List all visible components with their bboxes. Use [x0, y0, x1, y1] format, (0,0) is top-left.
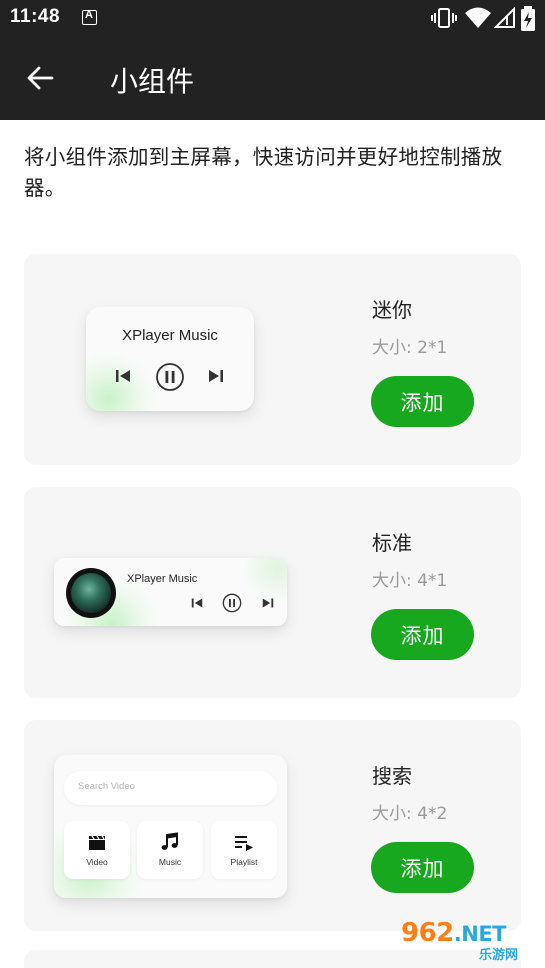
- music-note-icon: [161, 832, 178, 850]
- search-placeholder: Search Video: [78, 781, 135, 792]
- widget-size: 大小: 2*1: [372, 338, 448, 358]
- search-box: Search Video: [64, 771, 277, 805]
- vibrate-icon: [431, 8, 457, 28]
- notification-a-icon: [82, 9, 97, 25]
- previous-icon: [191, 598, 203, 608]
- playlist-tile: Playlist: [211, 821, 277, 879]
- previous-icon: [116, 370, 130, 382]
- status-bar: 11:48: [0, 0, 545, 36]
- widget-name: 迷你: [372, 298, 412, 322]
- watermark-logo: 962.NET 乐游网: [401, 918, 537, 964]
- tile-label: Music: [158, 857, 182, 867]
- widget-size: 大小: 4*2: [372, 804, 448, 824]
- widget-card-standard: XPlayer Music 标准 大小: 4*1 添加: [24, 487, 521, 698]
- page-title: 小组件: [110, 65, 195, 98]
- intro-text: 将小组件添加到主屏幕，快速访问并更好地控制播放器。: [24, 145, 503, 200]
- widget-name: 搜索: [372, 764, 412, 788]
- music-tile: Music: [137, 821, 203, 879]
- battery-charging-icon: [521, 6, 535, 31]
- pause-icon: [222, 593, 242, 613]
- add-search-widget-button[interactable]: 添加: [371, 842, 474, 893]
- mini-widget-preview: XPlayer Music: [86, 307, 254, 411]
- widget-card-mini: XPlayer Music 迷你 大小: 2*1 添加: [24, 254, 521, 465]
- tile-label: Playlist: [230, 857, 258, 867]
- clapperboard-icon: [89, 835, 105, 850]
- tile-label: Video: [86, 857, 108, 867]
- add-standard-widget-button[interactable]: 添加: [371, 609, 474, 660]
- album-cover: [66, 568, 116, 618]
- next-icon: [262, 598, 274, 608]
- watermark-sub: 乐游网: [479, 948, 519, 963]
- widget-name: 标准: [372, 531, 412, 555]
- app-bar: 小组件: [0, 36, 545, 120]
- wifi-icon: [465, 7, 491, 28]
- add-mini-widget-button[interactable]: 添加: [371, 376, 474, 427]
- preview-title: XPlayer Music: [122, 327, 218, 344]
- standard-widget-preview: XPlayer Music: [54, 558, 287, 626]
- status-time: 11:48: [10, 6, 61, 27]
- video-tile: Video: [64, 821, 130, 879]
- signal-icon: [494, 6, 515, 28]
- preview-title: XPlayer Music: [127, 573, 198, 585]
- pause-icon: [156, 363, 184, 391]
- widget-size: 大小: 4*1: [372, 571, 448, 591]
- next-icon: [209, 370, 223, 382]
- search-widget-preview: Search Video Video Music Playlist: [54, 755, 287, 898]
- arrow-left-icon[interactable]: [24, 60, 60, 96]
- widget-card-search: Search Video Video Music Playlist 搜索 大小:…: [24, 720, 521, 931]
- playlist-icon: [235, 836, 253, 851]
